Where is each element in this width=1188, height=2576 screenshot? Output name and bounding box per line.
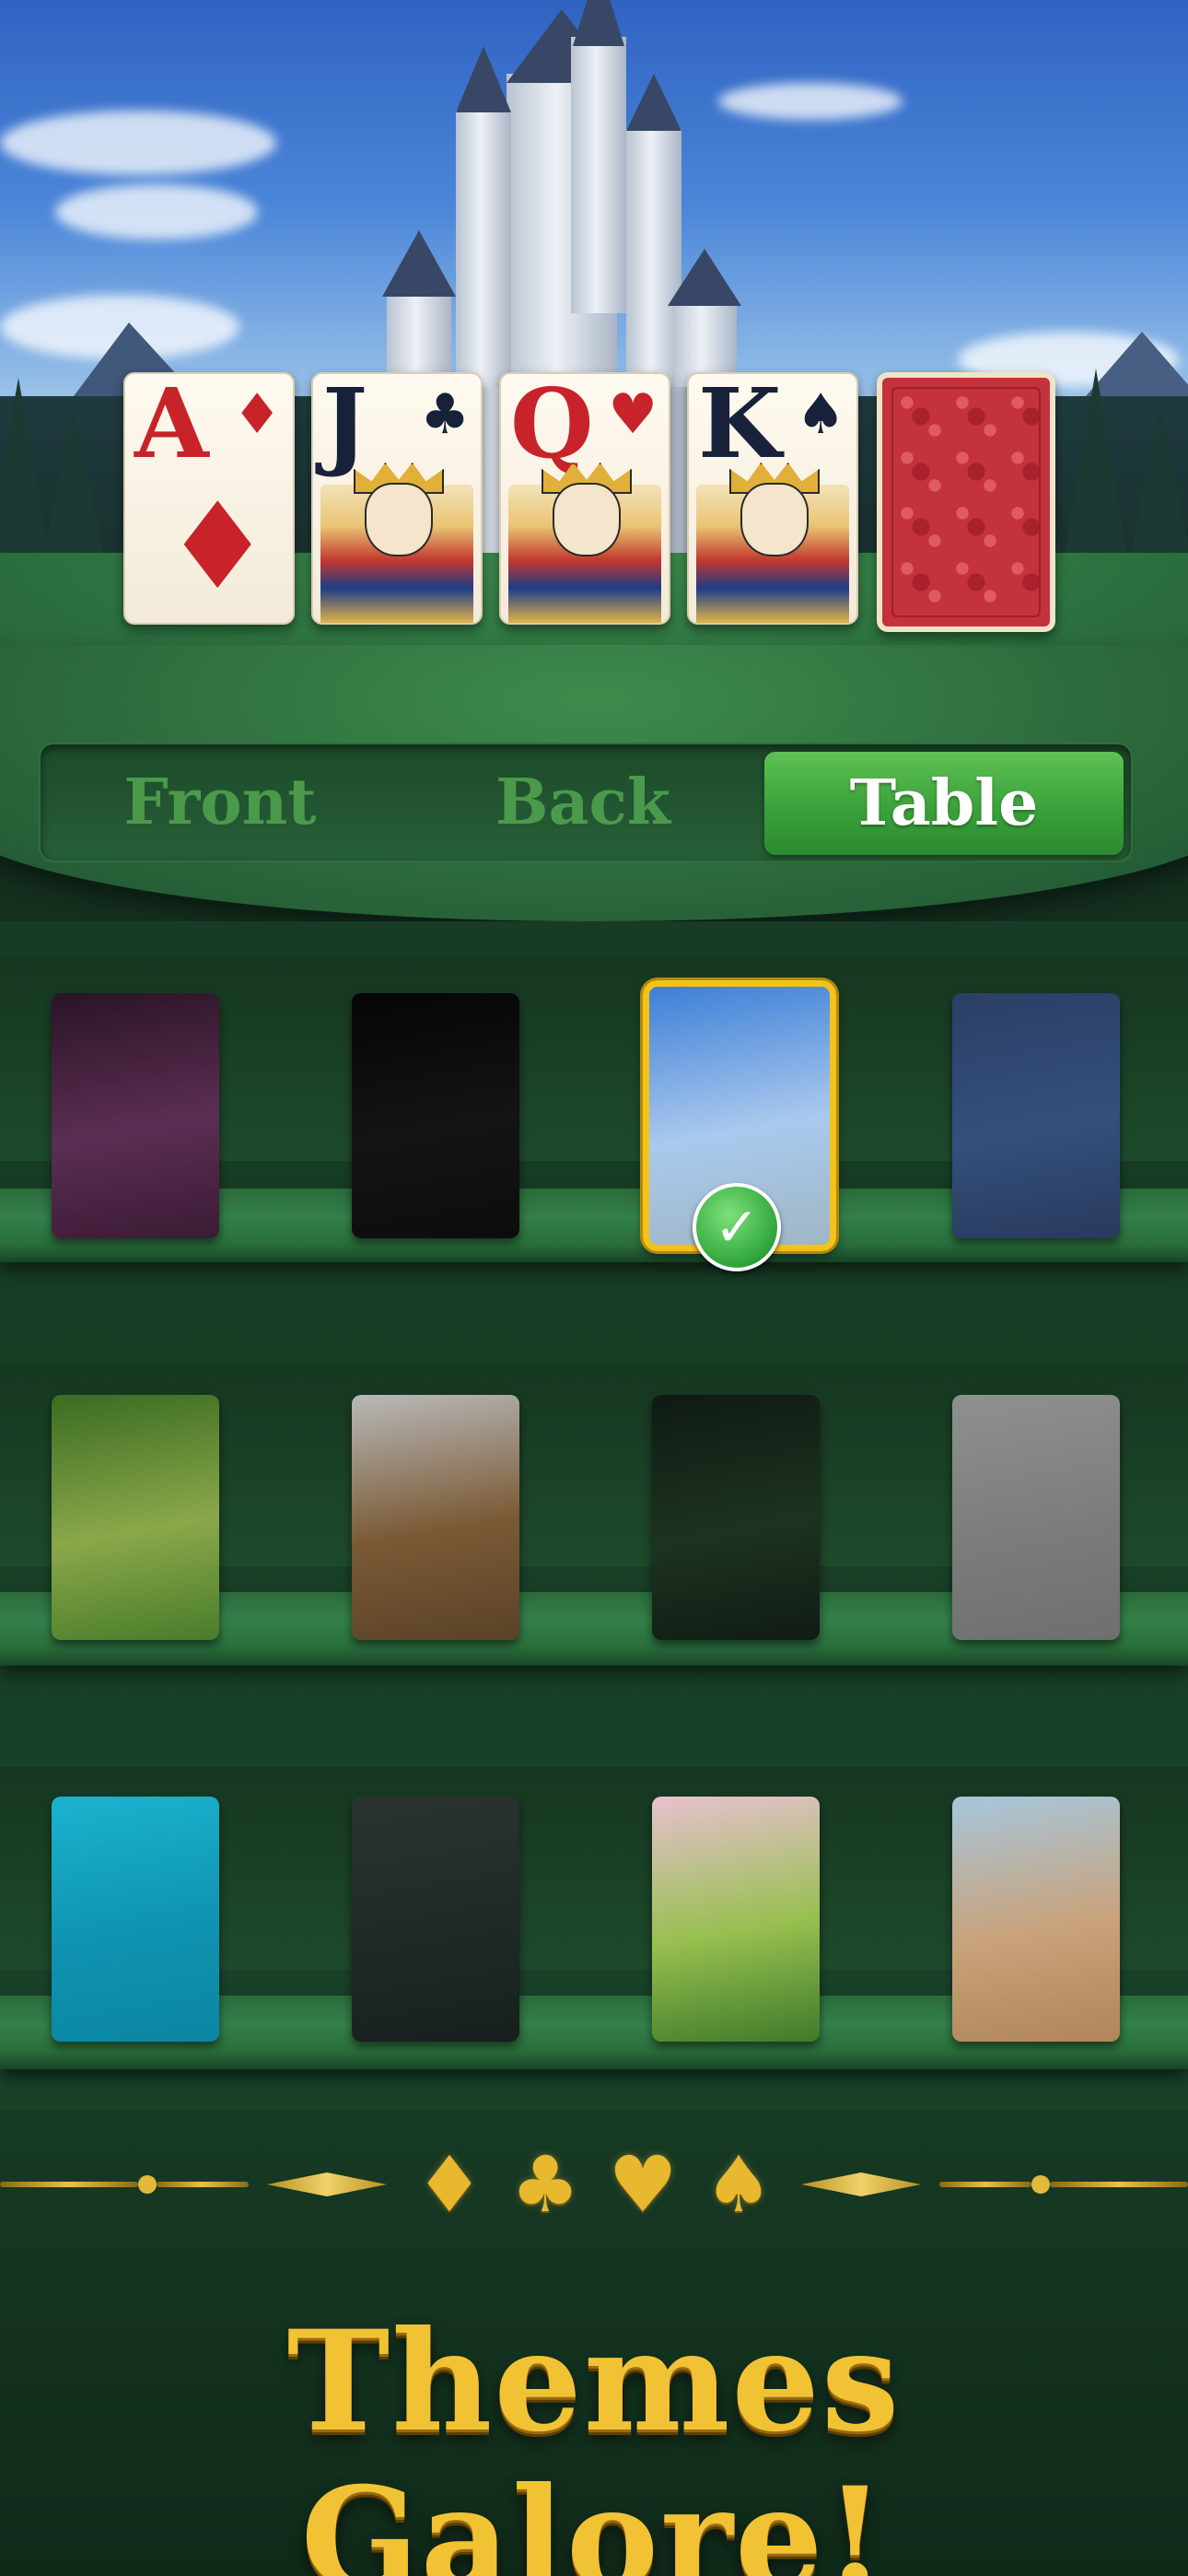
theme-thumb-grey-leaves[interactable]: [952, 1395, 1120, 1640]
heart-icon: ♥: [608, 382, 658, 447]
card-queen-of-hearts: Q ♥: [499, 372, 670, 625]
theme-thumb-kitten[interactable]: [52, 1395, 219, 1640]
headline: Themes Galore!: [286, 2301, 902, 2576]
club-icon: ♣: [420, 382, 470, 447]
tab-back[interactable]: Back: [403, 744, 763, 861]
ornament-dot: [1031, 2175, 1050, 2194]
ornament-line: [939, 2182, 1031, 2187]
cloud: [55, 184, 258, 240]
card-jack-of-clubs: J ♣: [311, 372, 483, 625]
heart-icon: ♥: [608, 2139, 678, 2230]
card-rank: A: [134, 372, 209, 480]
face-illustration: [365, 483, 433, 556]
card-back-preview: [877, 372, 1055, 632]
card-rank: J: [322, 372, 368, 480]
card-rank: K: [698, 372, 782, 480]
tab-front[interactable]: Front: [41, 744, 400, 861]
face-illustration: [553, 483, 621, 556]
card-ace-of-diamonds: A ♦ ♦: [123, 372, 295, 625]
cloud: [0, 111, 276, 175]
diamond-icon: ♦: [164, 476, 272, 616]
ornament-line: [1050, 2182, 1188, 2187]
theme-category-tabs: Front Back Table: [39, 743, 1133, 862]
club-icon: ♣: [510, 2139, 580, 2230]
theme-thumb-canoe-water[interactable]: [52, 1797, 219, 2042]
theme-thumb-night-tent[interactable]: [352, 993, 519, 1238]
spade-icon: ♠: [796, 382, 845, 447]
theme-thumb-desert-road[interactable]: [352, 1395, 519, 1640]
card-rank: Q: [510, 372, 594, 480]
ornament-dot: [138, 2175, 157, 2194]
theme-thumb-purple-leaves[interactable]: [52, 993, 219, 1238]
tab-table[interactable]: Table: [764, 752, 1124, 855]
theme-thumb-green-hills[interactable]: [652, 1797, 820, 2042]
spade-icon: ♠: [704, 2139, 774, 2230]
theme-thumb-giraffe[interactable]: [952, 1797, 1120, 2042]
theme-thumb-hot-air-balloon[interactable]: [352, 1797, 519, 2042]
theme-thumb-dark-foliage[interactable]: [652, 1395, 820, 1640]
theme-thumb-daisies[interactable]: [952, 993, 1120, 1238]
damask-pattern: [891, 387, 1041, 617]
checkmark-icon: ✓: [693, 1183, 781, 1271]
diamond-icon: ♦: [232, 382, 282, 447]
ornament-line: [157, 2182, 249, 2187]
ornament-line: [0, 2182, 138, 2187]
card-king-of-spades: K ♠: [687, 372, 858, 625]
app-screen: A ♦ ♦ J ♣ Q ♥ K ♠ Front Back Table ✓ ♦ ♣…: [0, 0, 1188, 2576]
diamond-icon: ♦: [414, 2139, 484, 2230]
face-illustration: [740, 483, 809, 556]
